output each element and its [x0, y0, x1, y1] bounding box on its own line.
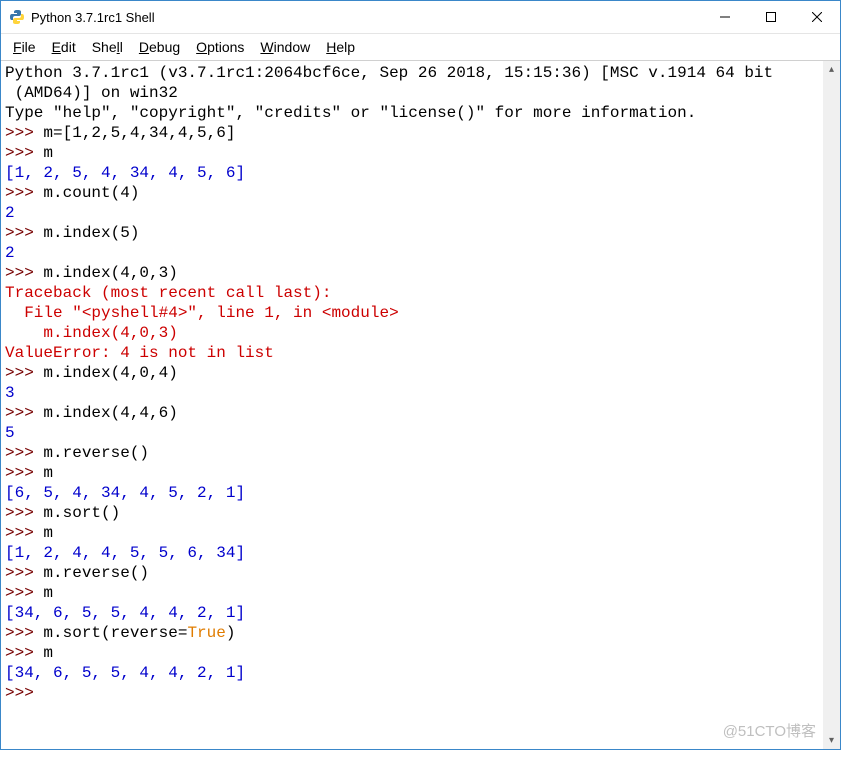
prompt: >>> — [5, 684, 43, 702]
input-line: m.index(4,0,4) — [43, 364, 177, 382]
prompt: >>> — [5, 504, 43, 522]
input-line: m.index(5) — [43, 224, 139, 242]
input-line: ) — [226, 624, 236, 642]
prompt: >>> — [5, 404, 43, 422]
output-line: 2 — [5, 244, 15, 262]
keyword-true: True — [187, 624, 225, 642]
shell-text[interactable]: Python 3.7.1rc1 (v3.7.1rc1:2064bcf6ce, S… — [1, 61, 840, 705]
menu-shell[interactable]: Shell — [84, 37, 131, 57]
input-line: m=[1,2,5,4,34,4,5,6] — [43, 124, 235, 142]
input-line: m — [43, 644, 53, 662]
prompt: >>> — [5, 224, 43, 242]
output-line: [1, 2, 4, 4, 5, 5, 6, 34] — [5, 544, 245, 562]
minimize-button[interactable] — [702, 1, 748, 33]
traceback-line: Traceback (most recent call last): — [5, 284, 331, 302]
prompt: >>> — [5, 524, 43, 542]
output-line: [6, 5, 4, 34, 4, 5, 2, 1] — [5, 484, 245, 502]
input-line: m.index(4,4,6) — [43, 404, 177, 422]
python-idle-window: Python 3.7.1rc1 Shell File Edit Shell De… — [0, 0, 841, 750]
input-line: m.sort() — [43, 504, 120, 522]
menubar: File Edit Shell Debug Options Window Hel… — [1, 34, 840, 61]
prompt: >>> — [5, 444, 43, 462]
traceback-line: m.index(4,0,3) — [5, 324, 178, 342]
output-line: 5 — [5, 424, 15, 442]
output-line: [34, 6, 5, 5, 4, 4, 2, 1] — [5, 664, 245, 682]
output-line: 2 — [5, 204, 15, 222]
python-icon — [9, 9, 25, 25]
maximize-button[interactable] — [748, 1, 794, 33]
menu-debug[interactable]: Debug — [131, 37, 188, 57]
input-line: m.count(4) — [43, 184, 139, 202]
scroll-up-icon[interactable]: ▴ — [823, 61, 840, 78]
traceback-line: ValueError: 4 is not in list — [5, 344, 274, 362]
watermark-text: @51CTO博客 — [723, 720, 816, 741]
close-button[interactable] — [794, 1, 840, 33]
input-line: m — [43, 144, 53, 162]
output-line: [34, 6, 5, 5, 4, 4, 2, 1] — [5, 604, 245, 622]
prompt: >>> — [5, 644, 43, 662]
prompt: >>> — [5, 144, 43, 162]
prompt: >>> — [5, 364, 43, 382]
menu-window[interactable]: Window — [252, 37, 318, 57]
input-line: m — [43, 464, 53, 482]
titlebar: Python 3.7.1rc1 Shell — [1, 1, 840, 34]
banner-line: Type "help", "copyright", "credits" or "… — [5, 104, 696, 122]
input-line: m.sort(reverse= — [43, 624, 187, 642]
window-title: Python 3.7.1rc1 Shell — [31, 10, 155, 25]
input-line: m — [43, 584, 53, 602]
prompt: >>> — [5, 584, 43, 602]
prompt: >>> — [5, 184, 43, 202]
vertical-scrollbar[interactable]: ▴ ▾ — [823, 61, 840, 749]
banner-line: (AMD64)] on win32 — [5, 84, 178, 102]
prompt: >>> — [5, 564, 43, 582]
input-line: m.reverse() — [43, 564, 149, 582]
scroll-down-icon[interactable]: ▾ — [823, 732, 840, 749]
menu-edit[interactable]: Edit — [44, 37, 84, 57]
prompt: >>> — [5, 124, 43, 142]
prompt: >>> — [5, 464, 43, 482]
window-controls — [702, 1, 840, 33]
input-line: m.reverse() — [43, 444, 149, 462]
prompt: >>> — [5, 264, 43, 282]
output-line: [1, 2, 5, 4, 34, 4, 5, 6] — [5, 164, 245, 182]
output-line: 3 — [5, 384, 15, 402]
prompt: >>> — [5, 624, 43, 642]
menu-help[interactable]: Help — [318, 37, 363, 57]
input-line: m — [43, 524, 53, 542]
shell-content-area[interactable]: Python 3.7.1rc1 (v3.7.1rc1:2064bcf6ce, S… — [1, 61, 840, 749]
traceback-line: File "<pyshell#4>", line 1, in <module> — [5, 304, 399, 322]
menu-file[interactable]: File — [5, 37, 44, 57]
menu-options[interactable]: Options — [188, 37, 252, 57]
input-line: m.index(4,0,3) — [43, 264, 177, 282]
banner-line: Python 3.7.1rc1 (v3.7.1rc1:2064bcf6ce, S… — [5, 64, 773, 82]
